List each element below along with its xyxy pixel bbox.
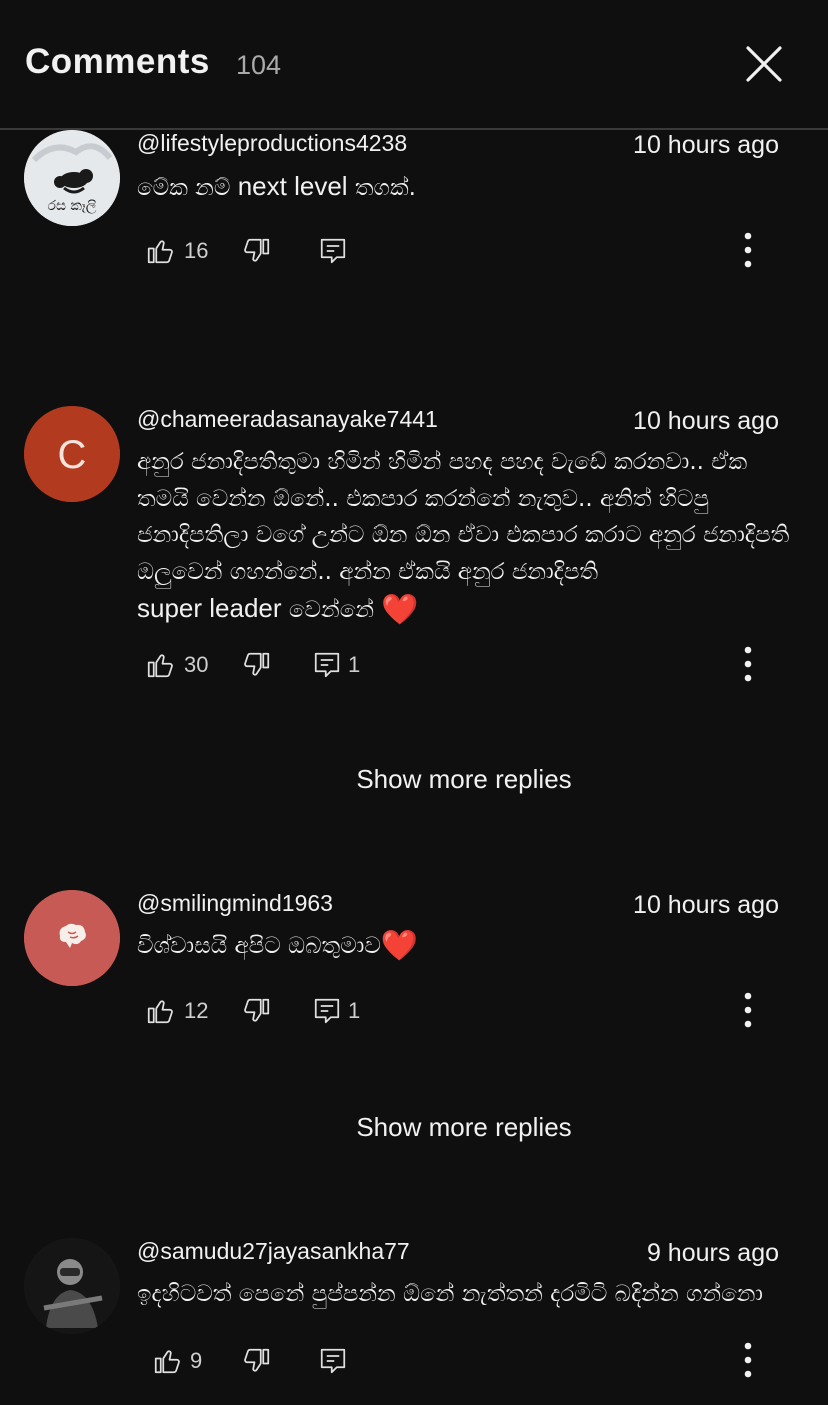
show-more-replies-button[interactable]: Show more replies bbox=[50, 1112, 828, 1143]
comment-text-part: වෙන්නේ bbox=[281, 597, 382, 623]
thumbs-down-icon[interactable] bbox=[242, 996, 272, 1026]
avatar[interactable] bbox=[24, 890, 120, 986]
comment-time[interactable]: 10 hours ago bbox=[633, 891, 779, 920]
comment-text-latin: next level bbox=[237, 171, 348, 201]
like-count: 9 bbox=[190, 1348, 203, 1373]
comment-text: ඉදහිටවත් පෙනේ පුප්පන්න ඕනේ නැත්තන් දරමිට… bbox=[137, 1281, 763, 1307]
reply-count: 1 bbox=[348, 652, 361, 677]
comment-text-part: තගක්. bbox=[347, 175, 416, 201]
comment-time[interactable]: 10 hours ago bbox=[633, 407, 779, 436]
comment-text-latin: super leader bbox=[137, 593, 282, 623]
comment-author[interactable]: @chameeradasanayake7441 bbox=[137, 406, 438, 433]
comments-header: Comments 104 bbox=[0, 0, 828, 130]
comment-actions: 30 1 bbox=[0, 646, 828, 690]
reply-comment-icon[interactable] bbox=[318, 236, 348, 266]
thumbs-down-icon[interactable] bbox=[242, 650, 272, 680]
avatar[interactable] bbox=[24, 1238, 120, 1334]
thumbs-up-icon[interactable] bbox=[145, 996, 175, 1026]
comment-actions: 16 bbox=[0, 232, 828, 276]
comment-text-part: අනුර ජනාදිපතිතුමා හිමින් හිමින් පහද පහද … bbox=[137, 449, 790, 585]
avatar-label: රස කෑලි bbox=[48, 198, 97, 214]
comment-text-part: මේක නම් bbox=[137, 175, 238, 201]
thumbs-down-icon[interactable] bbox=[242, 1346, 272, 1376]
reply-comment-icon[interactable] bbox=[312, 996, 342, 1026]
thumbs-up-icon[interactable] bbox=[145, 650, 175, 680]
comment-author[interactable]: @smilingmind1963 bbox=[137, 890, 333, 917]
comment-author[interactable]: @samudu27jayasankha77 bbox=[137, 1238, 410, 1265]
like-count: 12 bbox=[184, 998, 209, 1023]
panel-title: Comments bbox=[25, 42, 210, 81]
reply-comment-icon[interactable] bbox=[318, 1346, 348, 1376]
avatar[interactable]: රස කෑලි bbox=[24, 130, 120, 226]
like-count: 16 bbox=[184, 238, 209, 263]
comment-count: 104 bbox=[236, 50, 282, 80]
close-icon[interactable] bbox=[740, 40, 788, 88]
heart-emoji: ❤️ bbox=[380, 928, 419, 964]
thumbs-up-icon[interactable] bbox=[152, 1346, 182, 1376]
show-more-replies-button[interactable]: Show more replies bbox=[50, 764, 828, 795]
heart-emoji: ❤️ bbox=[381, 592, 419, 628]
comment-actions: 12 1 bbox=[0, 992, 828, 1036]
three-dots-vertical-icon[interactable] bbox=[732, 642, 764, 686]
comment-text: අනුර ජනාදිපතිතුමා හිමින් හිමින් පහද පහද … bbox=[137, 444, 797, 629]
comment-author[interactable]: @lifestyleproductions4238 bbox=[137, 130, 407, 157]
comment-text: විශ්වාසයි අපිට ඔබතුමාව❤️ bbox=[137, 928, 797, 965]
three-dots-vertical-icon[interactable] bbox=[732, 988, 764, 1032]
avatar[interactable]: C bbox=[24, 406, 120, 502]
comment-time[interactable]: 10 hours ago bbox=[633, 131, 779, 160]
thumbs-down-icon[interactable] bbox=[242, 236, 272, 266]
three-dots-vertical-icon[interactable] bbox=[732, 228, 764, 272]
comment-text-part: විශ්වාසයි අපිට ඔබතුමාව bbox=[137, 933, 381, 959]
comment-actions: 9 bbox=[0, 1342, 828, 1386]
avatar-letter: C bbox=[58, 433, 87, 477]
three-dots-vertical-icon[interactable] bbox=[732, 1338, 764, 1382]
comment-time[interactable]: 9 hours ago bbox=[647, 1239, 779, 1268]
reply-count: 1 bbox=[348, 998, 361, 1023]
comment-text: මේක නම් next level තගක්. bbox=[137, 168, 797, 207]
like-count: 30 bbox=[184, 652, 209, 677]
thumbs-up-icon[interactable] bbox=[145, 236, 175, 266]
reply-comment-icon[interactable] bbox=[312, 650, 342, 680]
